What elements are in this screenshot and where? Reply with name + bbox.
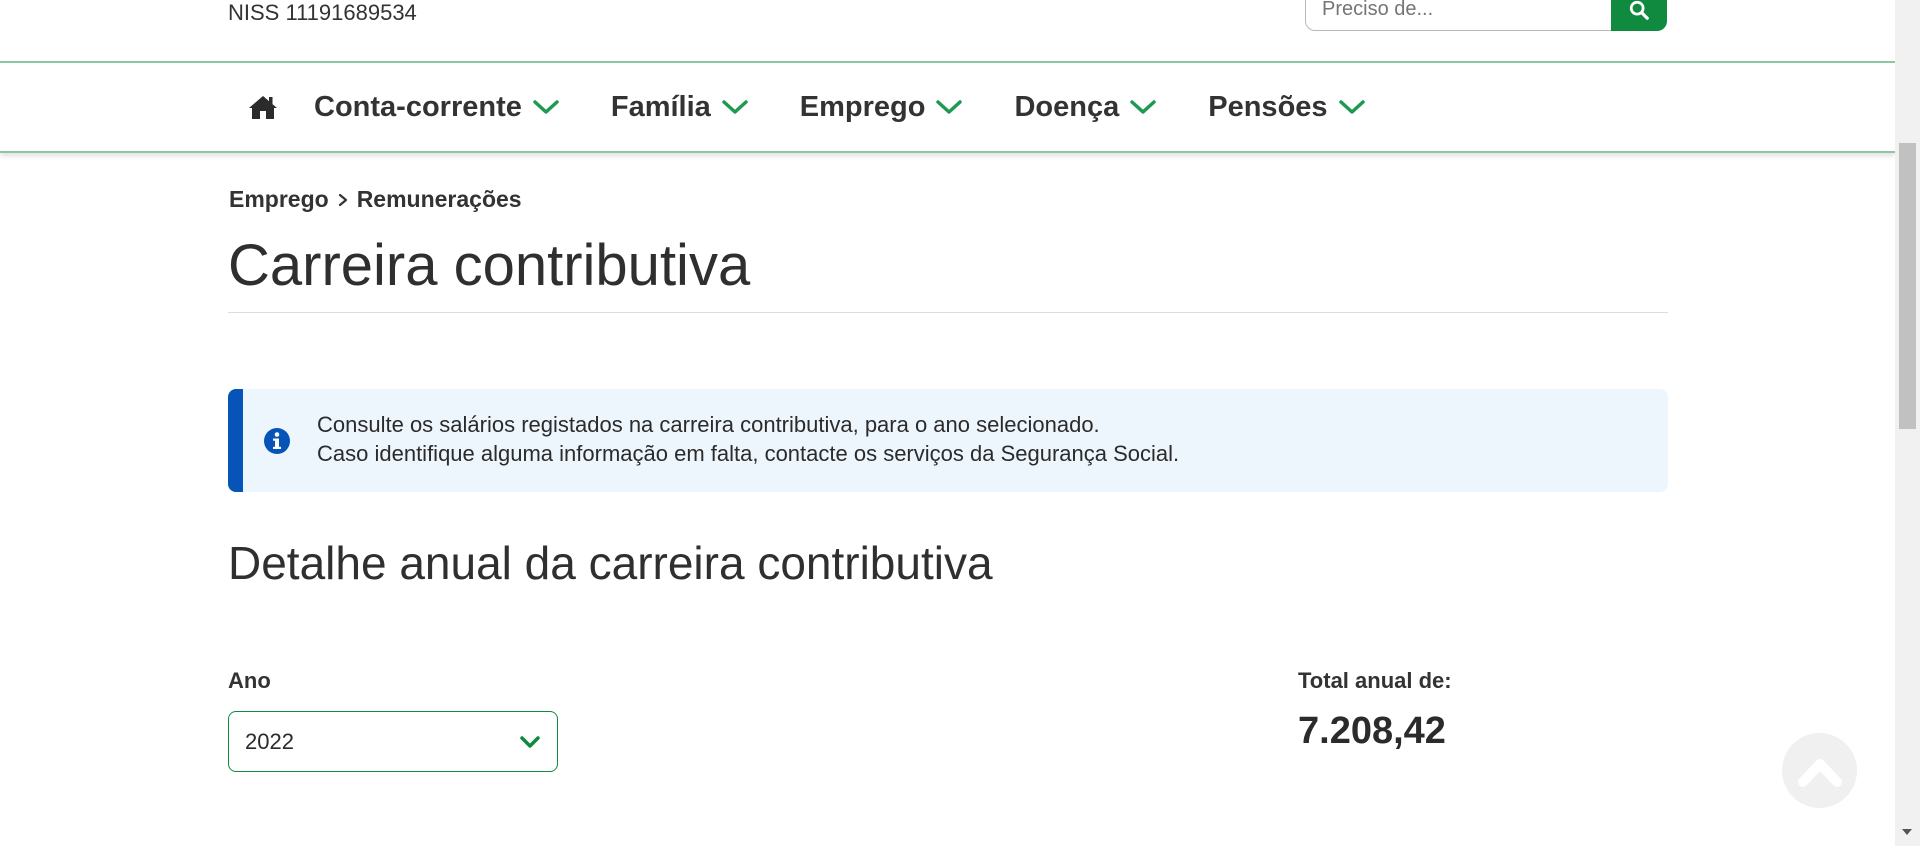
- info-line: Consulte os salários registados na carre…: [317, 412, 1100, 437]
- total-value: 7.208,42: [1298, 710, 1446, 752]
- back-to-top-button[interactable]: [1782, 733, 1857, 808]
- year-selected-value: 2022: [245, 728, 294, 754]
- chevron-up-icon: [1797, 758, 1842, 787]
- search-icon: [1629, 0, 1649, 20]
- year-select[interactable]: 2022: [228, 711, 558, 772]
- nav-label: Família: [610, 90, 711, 123]
- chevron-down-icon: [1129, 98, 1157, 116]
- chevron-down-icon: [532, 98, 560, 116]
- info-accent-bar: [228, 389, 243, 492]
- chevron-down-icon: [520, 735, 540, 748]
- nav-label: Pensões: [1208, 90, 1328, 123]
- nav-item-doenca[interactable]: Doença: [1014, 63, 1157, 151]
- search-button[interactable]: [1611, 0, 1667, 31]
- info-icon: [264, 428, 290, 454]
- niss-number: NISS 11191689534: [228, 0, 417, 25]
- nav-item-familia[interactable]: Família: [611, 63, 749, 151]
- total-label: Total anual de:: [1298, 668, 1452, 693]
- nav-item-pensoes[interactable]: Pensões: [1208, 63, 1365, 151]
- home-icon: [249, 96, 277, 119]
- divider: [228, 312, 1668, 313]
- chevron-down-icon: [1338, 98, 1366, 116]
- search-bar: [1305, 0, 1667, 31]
- chevron-right-icon: [337, 192, 349, 208]
- scrollbar-thumb[interactable]: [1899, 143, 1916, 429]
- breadcrumb: Emprego Remunerações: [229, 186, 522, 213]
- nav-item-emprego[interactable]: Emprego: [800, 63, 964, 151]
- info-line: Caso identifique alguma informação em fa…: [317, 441, 1180, 466]
- chevron-down-icon: [721, 98, 749, 116]
- page-title: Carreira contributiva: [228, 233, 751, 298]
- chevron-down-icon: [935, 98, 963, 116]
- search-input[interactable]: [1305, 0, 1611, 31]
- year-label: Ano: [228, 668, 271, 693]
- scroll-down-arrow-icon[interactable]: [1902, 829, 1912, 835]
- page: NISS 11191689534 Conta-corrente: [0, 0, 1895, 846]
- scrollbar[interactable]: [1895, 0, 1920, 846]
- nav-label: Emprego: [799, 90, 926, 123]
- nav-label: Doença: [1014, 90, 1120, 123]
- home-link[interactable]: [228, 63, 308, 151]
- section-title: Detalhe anual da carreira contributiva: [228, 537, 993, 589]
- main-nav: Conta-corrente Família Emprego Doença Pe…: [0, 61, 1895, 153]
- breadcrumb-item-remuneracoes[interactable]: Remunerações: [357, 186, 522, 213]
- nav-item-conta-corrente[interactable]: Conta-corrente: [314, 63, 560, 151]
- breadcrumb-item-emprego[interactable]: Emprego: [229, 186, 329, 213]
- nav-label: Conta-corrente: [314, 90, 522, 123]
- info-notice: Consulte os salários registados na carre…: [228, 389, 1668, 492]
- info-text: Consulte os salários registados na carre…: [317, 410, 1179, 468]
